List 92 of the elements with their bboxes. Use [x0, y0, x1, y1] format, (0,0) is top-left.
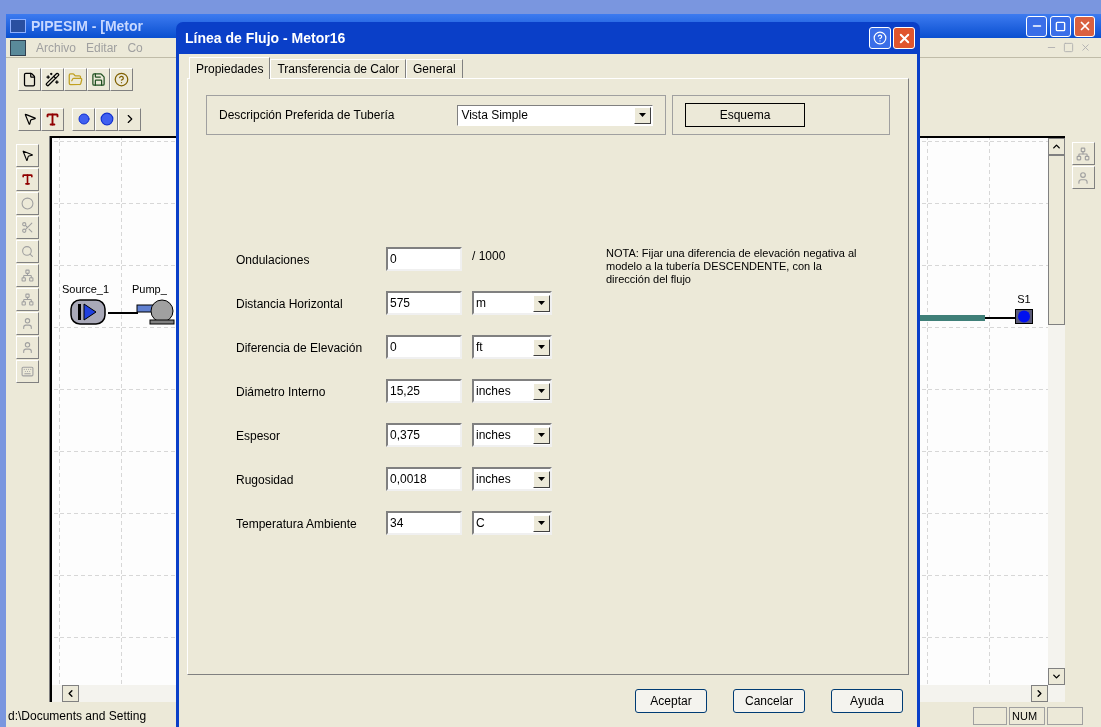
unit-label: / 1000: [472, 248, 506, 265]
close-button[interactable]: [893, 27, 915, 49]
value-field[interactable]: 0,0018: [386, 467, 462, 491]
node-button[interactable]: [95, 107, 118, 131]
scroll-down-icon[interactable]: [1051, 671, 1062, 682]
help-button[interactable]: [110, 67, 133, 91]
node-button[interactable]: [72, 107, 95, 131]
value-field[interactable]: 0: [386, 247, 462, 271]
source-node-icon[interactable]: [70, 299, 106, 325]
figure-button[interactable]: [1071, 166, 1095, 189]
unit-select[interactable]: inches: [472, 423, 552, 447]
text-tool-icon: [45, 111, 60, 127]
document-icon: [10, 39, 26, 56]
value-field[interactable]: 575: [386, 291, 462, 315]
field-label: Espesor: [236, 428, 282, 445]
field-label: Distancia Horizontal: [236, 296, 344, 313]
wand-button[interactable]: [41, 67, 64, 91]
minimize-button[interactable]: [1026, 15, 1047, 37]
pump-node-icon[interactable]: [136, 299, 176, 325]
help-button[interactable]: [869, 27, 891, 49]
magnifier-icon: [21, 245, 34, 258]
tree-icon: [21, 293, 34, 306]
text-tool-icon: [21, 173, 34, 186]
app-icon: [10, 19, 26, 33]
scroll-right-icon[interactable]: [1034, 688, 1045, 699]
value-field[interactable]: 15,25: [386, 379, 462, 403]
folder-icon: [68, 71, 83, 87]
pointer-button[interactable]: [18, 107, 41, 131]
field-label: Diámetro Interno: [236, 384, 327, 401]
question-mark-icon: [873, 31, 887, 45]
circle-icon: [77, 113, 90, 125]
tab[interactable]: Transferencia de Calor: [270, 59, 406, 78]
dialog-title: Línea de Flujo - Metor16: [185, 28, 346, 48]
field-label: Temperatura Ambiente: [236, 516, 358, 533]
circle-icon: [21, 197, 34, 210]
tree-icon: [1076, 146, 1090, 161]
pipe-line-icon: [920, 315, 1015, 321]
field-label: Diferencia de Elevación: [236, 340, 364, 357]
scroll-up-icon[interactable]: [1051, 141, 1062, 152]
value-field[interactable]: 0: [386, 335, 462, 359]
person-icon: [21, 341, 34, 354]
dialog-button[interactable]: Aceptar: [635, 689, 707, 713]
pipe-line-icon: [108, 311, 138, 315]
value-field[interactable]: 0,375: [386, 423, 462, 447]
field-label: Descripción Preferida de Tubería: [219, 107, 396, 124]
pointer-icon: [21, 149, 34, 162]
open-folder-button[interactable]: [64, 67, 87, 91]
tree-button[interactable]: [1071, 142, 1095, 165]
person-icon: [21, 317, 34, 330]
maximize-button[interactable]: [1050, 15, 1071, 37]
unit-select[interactable]: ft: [472, 335, 552, 359]
unit-select[interactable]: C: [472, 511, 552, 535]
field-label: Ondulaciones: [236, 252, 311, 269]
keyboard-icon: [21, 365, 34, 378]
scissors-icon: [21, 221, 34, 234]
status-panel: [973, 707, 1007, 725]
wand-icon: [45, 71, 60, 87]
node-label: Pump_: [132, 284, 167, 295]
new-file-button[interactable]: [18, 67, 41, 91]
dialog-button[interactable]: Ayuda: [831, 689, 903, 713]
source-button[interactable]: [118, 107, 141, 131]
unit-select[interactable]: m: [472, 291, 552, 315]
dialog-button[interactable]: Cancelar: [733, 689, 805, 713]
sink-node-icon[interactable]: [1015, 309, 1033, 324]
tool-button[interactable]: [16, 168, 39, 191]
vertical-scrollbar[interactable]: [1048, 136, 1065, 685]
unit-select[interactable]: inches: [472, 379, 552, 403]
note-text: NOTA: Fijar una diferencia de elevación negativa al modelo a la tubería DESCENDENTE, con la dirección del flujo: [606, 247, 858, 287]
text-tool-button[interactable]: [41, 107, 64, 131]
node-label: Source_1: [62, 284, 110, 295]
person-icon: [1076, 170, 1090, 185]
app-title: PIPESIM - [Metor: [31, 16, 143, 36]
esquema-button[interactable]: Esquema: [685, 103, 805, 127]
tree-icon: [21, 269, 34, 282]
maximize-icon: [1055, 20, 1066, 32]
tab[interactable]: General: [406, 59, 463, 78]
save-button[interactable]: [87, 67, 110, 91]
status-path: d:\Documents and Setting: [8, 708, 147, 725]
question-mark-icon: [114, 71, 129, 87]
unit-select[interactable]: inches: [472, 467, 552, 491]
num-lock-indicator: NUM: [1009, 707, 1045, 725]
circle-icon: [99, 112, 114, 126]
pipe-view-select[interactable]: Vista Simple: [457, 104, 653, 126]
file-icon: [22, 71, 37, 87]
close-button[interactable]: [1074, 15, 1095, 37]
pointer-icon: [22, 112, 37, 126]
value-field[interactable]: 34: [386, 511, 462, 535]
field-label: Rugosidad: [236, 472, 295, 489]
status-panel: [1047, 707, 1083, 725]
node-label: S1: [1017, 294, 1031, 305]
tab[interactable]: Propiedades: [189, 57, 271, 79]
tool-button[interactable]: [16, 144, 39, 167]
